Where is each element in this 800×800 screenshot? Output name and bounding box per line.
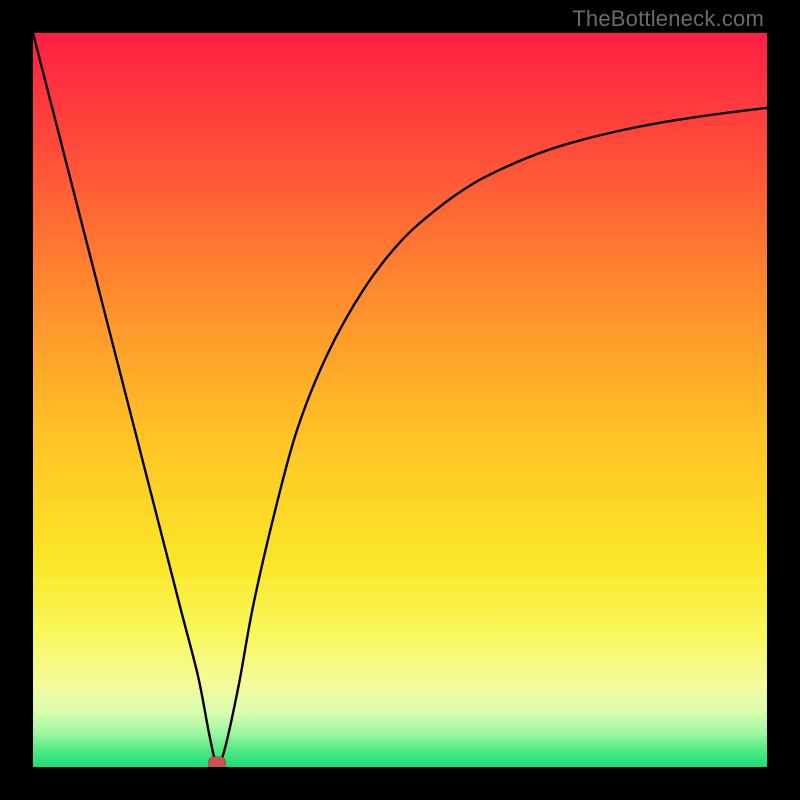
watermark-label: TheBottleneck.com [572, 6, 764, 32]
plot-area [33, 33, 767, 767]
outer-frame: TheBottleneck.com [0, 0, 800, 800]
bottleneck-curve [33, 33, 767, 767]
optimal-point-marker [208, 757, 226, 767]
